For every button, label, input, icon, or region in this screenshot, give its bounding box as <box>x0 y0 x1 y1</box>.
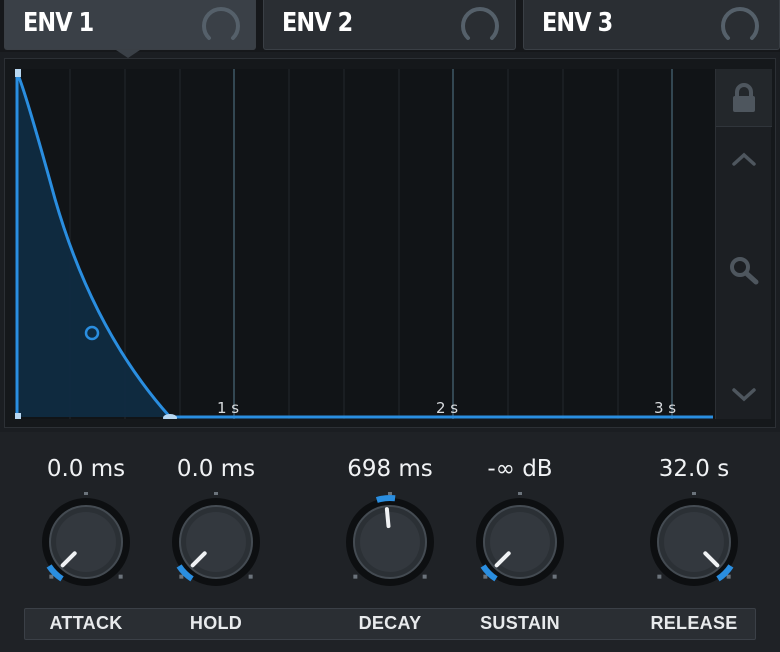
release-control: 32.0 s RELEASE <box>634 432 754 652</box>
zoom-button[interactable] <box>716 247 772 293</box>
scale-tick <box>214 492 218 495</box>
decay-knob[interactable] <box>340 492 440 592</box>
decay-label: DECAY <box>358 613 422 633</box>
lock-icon <box>733 82 755 112</box>
tab-env-1[interactable]: ENV 1 <box>4 0 256 50</box>
sustain-control: -∞ dB SUSTAIN <box>460 432 580 652</box>
tab-label: ENV 2 <box>282 8 353 38</box>
knob-value-marker <box>375 495 396 503</box>
scale-tick <box>179 574 184 579</box>
tab-label: ENV 3 <box>542 8 613 38</box>
scale-tick <box>353 574 358 579</box>
tab-mod-knob-icon[interactable] <box>720 6 760 46</box>
time-marker-2s: 2 s <box>436 399 459 417</box>
sustain-knob[interactable] <box>470 492 570 592</box>
envelope-tabs: ENV 1 ENV 2 ENV 3 <box>0 0 780 58</box>
scale-tick <box>692 492 696 495</box>
tab-env-2[interactable]: ENV 2 <box>263 0 516 50</box>
release-knob[interactable] <box>644 492 744 592</box>
attack-knob[interactable] <box>36 492 136 592</box>
scale-tick <box>552 574 557 579</box>
graph-side-panel <box>715 69 772 419</box>
chevron-down-icon <box>732 388 756 402</box>
zoom-out-vertical-button[interactable] <box>716 375 772 415</box>
hold-label: HOLD <box>189 613 243 633</box>
tab-env-3[interactable]: ENV 3 <box>523 0 780 50</box>
scale-tick <box>657 574 662 579</box>
hold-value: 0.0 ms <box>176 456 256 482</box>
scale-tick <box>248 574 253 579</box>
tab-mod-knob-icon[interactable] <box>201 6 241 46</box>
sustain-value: -∞ dB <box>487 456 553 482</box>
scale-tick <box>518 492 522 495</box>
knob-pointer <box>384 507 391 529</box>
envelope-graph-frame: 1 s 2 s 3 s <box>4 58 776 428</box>
scale-tick <box>388 492 392 495</box>
decay-value: 698 ms <box>347 456 433 482</box>
envelope-controls: 0.0 ms ATTACK 0.0 ms HOLD 698 ms DECAY -… <box>0 432 780 652</box>
hold-knob[interactable] <box>166 492 266 592</box>
release-label: RELEASE <box>650 613 738 633</box>
origin-node[interactable] <box>15 413 21 419</box>
scale-tick <box>483 574 488 579</box>
scale-tick <box>84 492 88 495</box>
attack-control: 0.0 ms ATTACK <box>26 432 146 652</box>
zoom-in-vertical-button[interactable] <box>716 139 772 179</box>
scale-tick <box>726 574 731 579</box>
tab-mod-knob-icon[interactable] <box>460 6 500 46</box>
hold-control: 0.0 ms HOLD <box>156 432 276 652</box>
time-marker-1s: 1 s <box>217 399 240 417</box>
scale-tick <box>422 574 427 579</box>
active-tab-pointer <box>116 50 140 58</box>
envelope-graph[interactable] <box>15 69 715 419</box>
start-node[interactable] <box>15 69 21 77</box>
attack-label: ATTACK <box>49 613 123 633</box>
sustain-label: SUSTAIN <box>480 613 560 633</box>
attack-value: 0.0 ms <box>46 456 126 482</box>
scale-tick <box>49 574 54 579</box>
chevron-up-icon <box>732 152 756 166</box>
lock-button[interactable] <box>716 69 772 127</box>
scale-tick <box>118 574 123 579</box>
release-value: 32.0 s <box>658 456 730 482</box>
decay-control: 698 ms DECAY <box>330 432 450 652</box>
time-marker-3s: 3 s <box>654 399 677 417</box>
zoom-icon <box>730 257 759 285</box>
tab-label: ENV 1 <box>23 8 94 38</box>
